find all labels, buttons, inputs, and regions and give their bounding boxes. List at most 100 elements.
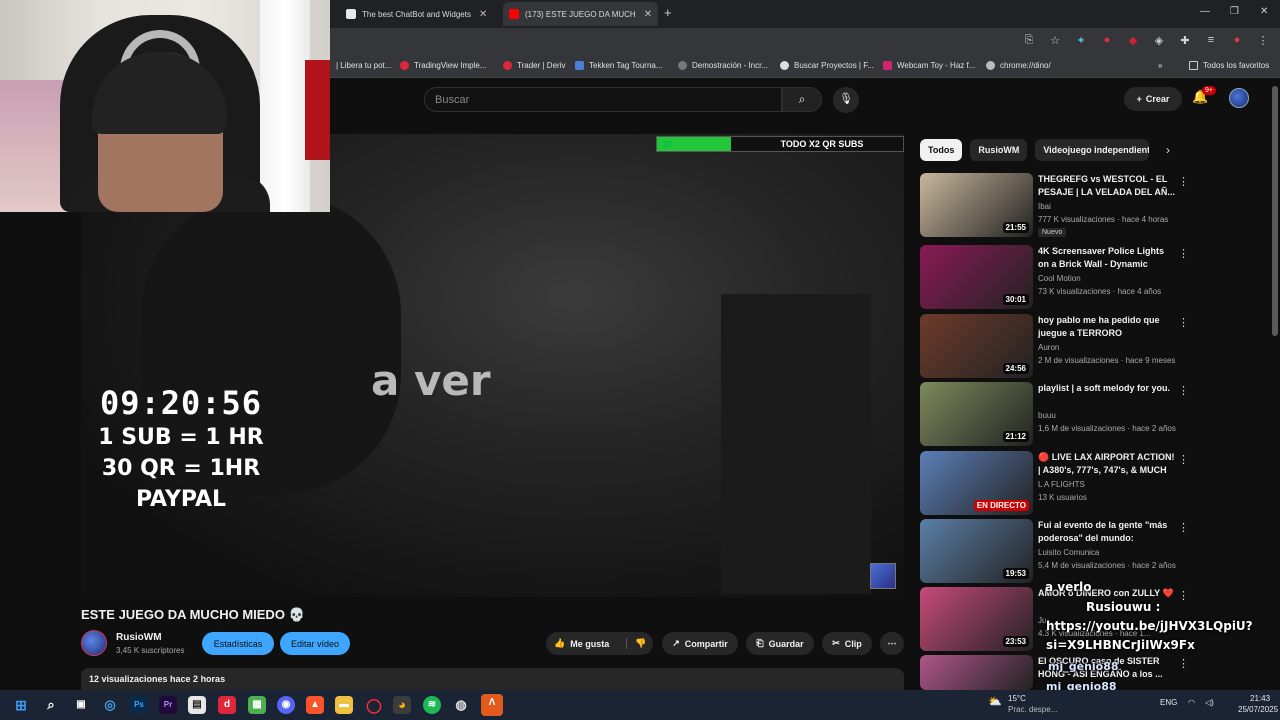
- recommended-title[interactable]: 🔴 LIVE LAX AIRPORT ACTION! | A380's, 777…: [1038, 451, 1176, 477]
- chip-indie-game[interactable]: Videojuego independiente: [1035, 139, 1150, 161]
- more-bookmarks-icon[interactable]: »: [1158, 61, 1162, 70]
- mic-icon[interactable]: 🎙: [833, 87, 859, 113]
- photoshop-icon[interactable]: Ps: [130, 696, 148, 714]
- recommended-title[interactable]: hoy pablo me ha pedido que juegue a TERR…: [1038, 314, 1176, 340]
- more-options-icon[interactable]: ⋮: [1178, 247, 1189, 260]
- edge-icon[interactable]: ◎: [101, 696, 119, 714]
- search-icon[interactable]: ⌕: [42, 696, 60, 714]
- premiere-icon[interactable]: Pr: [159, 696, 177, 714]
- bookmark-item[interactable]: Demostración - Incr...: [678, 61, 768, 70]
- video-thumbnail[interactable]: EN DIRECTO: [920, 451, 1033, 515]
- channel-name[interactable]: RusioWM: [116, 632, 162, 643]
- stats-button[interactable]: Estadísticas: [202, 632, 274, 655]
- clock-time[interactable]: 21:43: [1250, 694, 1270, 703]
- extension-icon[interactable]: ◈: [1152, 34, 1166, 47]
- chrome-icon[interactable]: ◕: [393, 696, 411, 714]
- more-actions-icon[interactable]: ⋯: [880, 632, 904, 655]
- star-icon[interactable]: ☆: [1048, 34, 1062, 47]
- volume-icon[interactable]: ◁): [1205, 698, 1214, 707]
- discord-icon[interactable]: ◉: [277, 696, 295, 714]
- language-indicator[interactable]: ENG: [1160, 698, 1177, 707]
- close-icon[interactable]: ✕: [479, 9, 487, 20]
- folder-icon[interactable]: ▬: [335, 696, 353, 714]
- video-thumbnail[interactable]: [920, 655, 1033, 690]
- clock-date[interactable]: 25/07/2025: [1238, 705, 1278, 714]
- bookmark-item[interactable]: Trader | Deriv: [503, 61, 565, 70]
- video-thumbnail[interactable]: 24:56: [920, 314, 1033, 378]
- chevron-right-icon[interactable]: ›: [1166, 143, 1170, 157]
- obs-icon[interactable]: ◍: [452, 696, 470, 714]
- deriv-icon[interactable]: d: [218, 696, 236, 714]
- edit-video-button[interactable]: Editar vídeo: [280, 632, 350, 655]
- recommended-video[interactable]: 21:12 playlist | a soft melody for you. bu…: [920, 382, 1265, 446]
- recommended-channel[interactable]: Luisito Comunica: [1038, 548, 1099, 557]
- menu-icon[interactable]: ⋮: [1256, 34, 1270, 47]
- tab-search-icon[interactable]: ≡: [1204, 34, 1218, 47]
- channel-avatar[interactable]: [81, 630, 107, 656]
- video-thumbnail[interactable]: 21:55: [920, 173, 1033, 237]
- recommended-channel[interactable]: Ibai: [1038, 202, 1051, 211]
- search-icon[interactable]: ⌕: [782, 87, 822, 112]
- share-button[interactable]: ↗ Compartir: [662, 632, 738, 655]
- more-options-icon[interactable]: ⋮: [1178, 175, 1189, 188]
- recommended-video[interactable]: EN DIRECTO 🔴 LIVE LAX AIRPORT ACTION! | A…: [920, 451, 1265, 515]
- recommended-channel[interactable]: buuu: [1038, 411, 1056, 420]
- chip-all[interactable]: Todos: [920, 139, 963, 161]
- brave-icon[interactable]: ▲: [306, 696, 324, 714]
- app-icon[interactable]: Λ: [481, 694, 503, 716]
- windows-start-icon[interactable]: ⊞: [12, 696, 30, 714]
- recommended-title[interactable]: playlist | a soft melody for you.: [1038, 382, 1176, 395]
- bookmark-item[interactable]: chrome://dino/: [986, 61, 1051, 70]
- bookmark-item[interactable]: Webcam Toy - Haz f...: [883, 61, 975, 70]
- video-thumbnail[interactable]: 23:53: [920, 587, 1033, 651]
- save-button[interactable]: ⎗ Guardar: [746, 632, 814, 655]
- more-options-icon[interactable]: ⋮: [1178, 657, 1189, 670]
- puzzle-icon[interactable]: ✚: [1178, 34, 1192, 47]
- recommended-video[interactable]: 19:53 Fui al evento de la gente "más pode…: [920, 519, 1265, 583]
- more-options-icon[interactable]: ⋮: [1178, 521, 1189, 534]
- bookmark-item[interactable]: Buscar Proyectos | F...: [780, 61, 874, 70]
- description-box[interactable]: 12 visualizaciones hace 2 horas: [81, 668, 904, 692]
- more-options-icon[interactable]: ⋮: [1178, 453, 1189, 466]
- thumbs-down-icon[interactable]: 👎: [626, 638, 646, 649]
- video-thumbnail[interactable]: 30:01: [920, 245, 1033, 309]
- video-thumbnail[interactable]: 19:53: [920, 519, 1033, 583]
- temperature[interactable]: 15°C: [1008, 694, 1026, 703]
- bookmark-item[interactable]: | Libera tu pot...: [336, 61, 391, 70]
- more-options-icon[interactable]: ⋮: [1178, 589, 1189, 602]
- bookmark-item[interactable]: TradingView Imple...: [400, 61, 486, 70]
- page-scrollbar[interactable]: [1272, 86, 1278, 336]
- recommended-title[interactable]: THEGREFG vs WESTCOL - EL PESAJE | LA VEL…: [1038, 173, 1176, 199]
- video-thumbnail[interactable]: 21:12: [920, 382, 1033, 446]
- more-options-icon[interactable]: ⋮: [1178, 384, 1189, 397]
- minecraft-icon[interactable]: ▦: [248, 696, 266, 714]
- recommended-title[interactable]: Fui al evento de la gente "más poderosa"…: [1038, 519, 1176, 545]
- extension-icon[interactable]: ●: [1100, 34, 1114, 47]
- extension-icon[interactable]: ✦: [1074, 34, 1088, 47]
- search-input[interactable]: Buscar: [424, 87, 782, 112]
- recommended-video[interactable]: 24:56 hoy pablo me ha pedido que juegue a…: [920, 314, 1265, 378]
- tab-youtube[interactable]: (173) ESTE JUEGO DA MUCH ✕: [503, 2, 658, 26]
- more-options-icon[interactable]: ⋮: [1178, 316, 1189, 329]
- maximize-icon[interactable]: ❐: [1230, 6, 1239, 17]
- tab-chatbot[interactable]: The best ChatBot and Widgets ✕: [340, 4, 500, 24]
- recommended-title[interactable]: 4K Screensaver Police Lights on a Brick …: [1038, 245, 1176, 271]
- recommended-channel[interactable]: L A FLIGHTS: [1038, 480, 1085, 489]
- extension-icon[interactable]: ◆: [1126, 34, 1140, 47]
- store-icon[interactable]: ▤: [188, 696, 206, 714]
- recommended-video[interactable]: 21:55 THEGREFG vs WESTCOL - EL PESAJE | L…: [920, 173, 1265, 237]
- opera-icon[interactable]: ◯: [365, 696, 383, 714]
- create-button[interactable]: + Crear: [1124, 87, 1182, 111]
- close-window-icon[interactable]: ✕: [1260, 6, 1268, 17]
- recommended-video[interactable]: 30:01 4K Screensaver Police Lights on a B…: [920, 245, 1265, 309]
- task-view-icon[interactable]: ▣: [72, 696, 90, 714]
- clip-button[interactable]: ✂ Clip: [822, 632, 872, 655]
- wifi-icon[interactable]: ◠: [1188, 698, 1195, 707]
- install-icon[interactable]: ⎘: [1022, 34, 1036, 47]
- chip-channel[interactable]: RusioWM: [970, 139, 1028, 161]
- recommended-channel[interactable]: Cool Motion: [1038, 274, 1081, 283]
- new-tab-icon[interactable]: +: [664, 5, 672, 20]
- channel-watermark[interactable]: [870, 563, 896, 589]
- spotify-icon[interactable]: ≋: [423, 696, 441, 714]
- avatar[interactable]: [1229, 88, 1249, 108]
